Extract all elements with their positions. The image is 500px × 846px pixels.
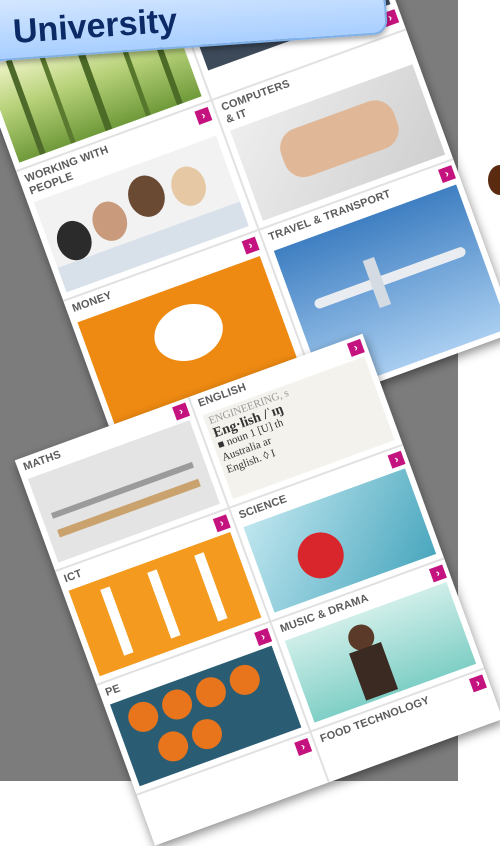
tile-label: PE <box>103 682 123 699</box>
edge-glyph <box>488 165 500 195</box>
arrow-right-icon[interactable]: › <box>172 402 191 421</box>
arrow-right-icon[interactable]: › <box>468 674 487 693</box>
arrow-right-icon[interactable]: › <box>241 236 260 255</box>
arrow-right-icon[interactable]: › <box>438 165 456 184</box>
arrow-right-icon[interactable]: › <box>254 628 273 647</box>
page-title: University <box>11 1 179 51</box>
tile-label: ICT <box>62 567 84 586</box>
arrow-right-icon[interactable]: › <box>346 338 365 357</box>
arrow-right-icon[interactable]: › <box>387 450 406 469</box>
arrow-right-icon[interactable]: › <box>294 738 313 756</box>
arrow-right-icon[interactable]: › <box>212 514 231 533</box>
arrow-right-icon[interactable]: › <box>428 564 447 583</box>
arrow-right-icon[interactable]: › <box>194 106 213 125</box>
